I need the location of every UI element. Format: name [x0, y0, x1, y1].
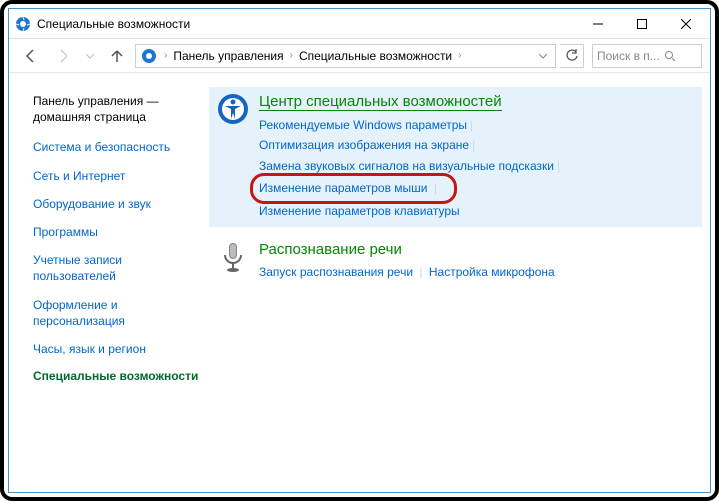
link-recommended[interactable]: Рекомендуемые Windows параметры: [259, 118, 467, 132]
search-placeholder: Поиск в п...: [597, 49, 660, 63]
search-icon: [664, 50, 676, 62]
up-button[interactable]: [103, 42, 131, 70]
chevron-right-icon: ›: [162, 50, 169, 61]
ease-of-access-icon: [217, 93, 249, 125]
window-title: Специальные возможности: [37, 17, 576, 31]
section-ease-of-access: Центр специальных возможностей Рекоменду…: [209, 87, 702, 227]
breadcrumb-item[interactable]: Специальные возможности: [299, 49, 452, 63]
sidebar-item-system[interactable]: Система и безопасность: [33, 139, 201, 155]
speech-title[interactable]: Распознавание речи: [259, 241, 402, 258]
link-setup-mic[interactable]: Настройка микрофона: [429, 265, 555, 279]
sidebar-item-appearance[interactable]: Оформление и персонализация: [33, 297, 201, 329]
control-panel-icon: [140, 47, 158, 65]
link-replace-sounds[interactable]: Замена звуковых сигналов на визуальные п…: [259, 159, 554, 173]
recent-dropdown[interactable]: [81, 42, 99, 70]
sidebar-item-hardware[interactable]: Оборудование и звук: [33, 196, 201, 212]
sidebar-header[interactable]: Панель управления — домашняя страница: [33, 93, 201, 125]
microphone-icon: [217, 241, 249, 273]
maximize-button[interactable]: [620, 10, 664, 38]
chevron-right-icon: ›: [288, 50, 295, 61]
refresh-button[interactable]: [560, 44, 584, 68]
sidebar-item-accounts[interactable]: Учетные записи пользователей: [33, 252, 201, 284]
link-change-mouse[interactable]: Изменение параметров мыши: [259, 181, 428, 195]
chevron-right-icon: ›: [456, 50, 463, 61]
forward-button[interactable]: [49, 42, 77, 70]
chevron-down-icon[interactable]: [535, 49, 551, 63]
app-icon: [15, 16, 31, 32]
sidebar-item-network[interactable]: Сеть и Интернет: [33, 168, 201, 184]
link-optimize-display[interactable]: Оптимизация изображения на экране: [259, 138, 469, 152]
sidebar-item-ease-of-access[interactable]: Специальные возможности: [33, 369, 201, 383]
ease-of-access-title[interactable]: Центр специальных возможностей: [259, 93, 502, 111]
close-button[interactable]: [664, 10, 708, 38]
link-start-speech[interactable]: Запуск распознавания речи: [259, 265, 413, 279]
link-change-keyboard[interactable]: Изменение параметров клавиатуры: [259, 204, 460, 218]
breadcrumb[interactable]: › Панель управления › Специальные возмож…: [135, 44, 556, 68]
sidebar-item-clock[interactable]: Часы, язык и регион: [33, 341, 201, 357]
section-speech: Распознавание речи Запуск распознавания …: [209, 235, 702, 288]
breadcrumb-item[interactable]: Панель управления: [173, 49, 283, 63]
link-mouse-highlight: Изменение параметров мыши |: [253, 176, 454, 200]
back-button[interactable]: [17, 42, 45, 70]
minimize-button[interactable]: [576, 10, 620, 38]
sidebar-item-programs[interactable]: Программы: [33, 224, 201, 240]
search-input[interactable]: Поиск в п...: [592, 44, 702, 68]
